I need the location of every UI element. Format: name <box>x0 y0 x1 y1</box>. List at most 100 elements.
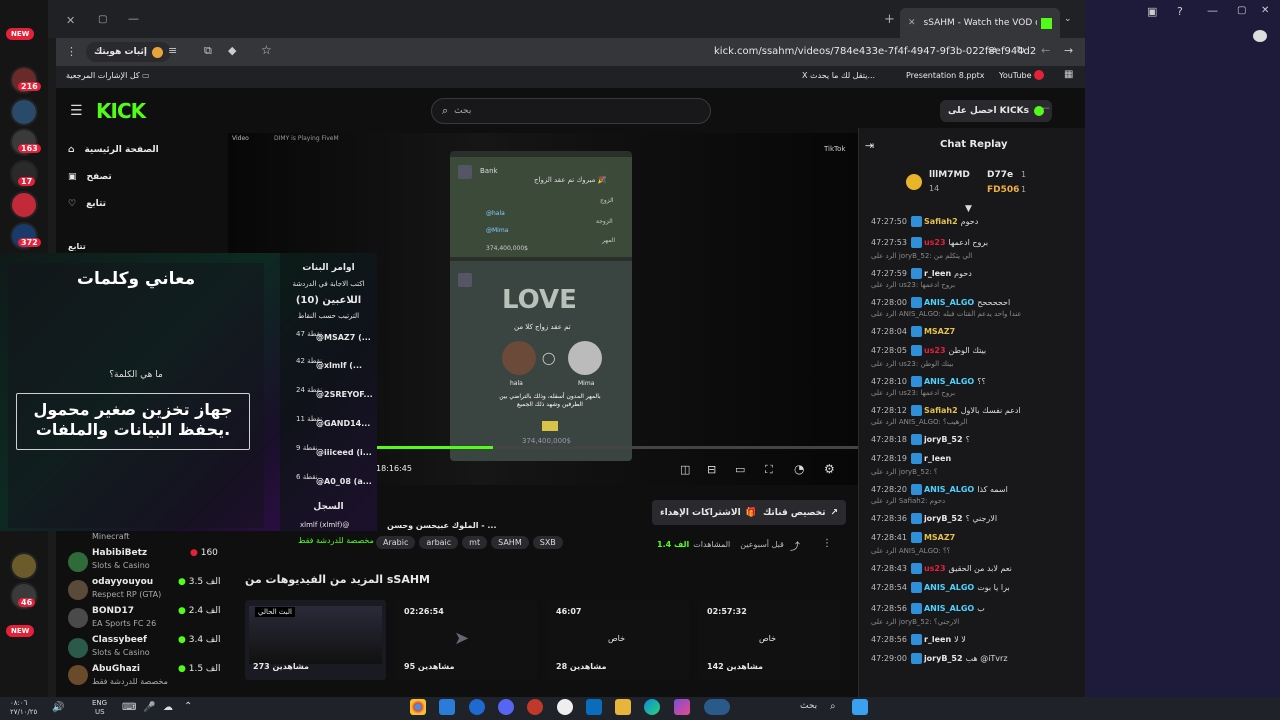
video-card[interactable]: البث الحالي 273 مشاهدين <box>245 600 386 680</box>
window-close-icon[interactable]: ✕ <box>1261 5 1269 16</box>
bookmarks-folder[interactable]: كل الإشارات المرجعية <box>66 71 140 80</box>
language-indicator[interactable]: ENG <box>92 699 107 707</box>
customize-channel-button[interactable]: تخصيص قناتك ↗ <box>755 500 847 525</box>
taskbar-search[interactable]: بحث <box>800 701 817 711</box>
mic-icon[interactable]: 🎤 <box>143 702 155 713</box>
tag[interactable]: SXB <box>532 536 563 549</box>
channel-name[interactable]: Classybeef <box>92 635 147 645</box>
channel-name[interactable]: BOND17 <box>92 606 134 616</box>
menu-dots-icon[interactable]: ⋮ <box>66 45 77 58</box>
extensions-icon[interactable]: ⧉ <box>204 44 212 58</box>
close-tab-icon[interactable]: ✕ <box>908 18 916 28</box>
back-icon[interactable]: ← <box>1041 44 1050 57</box>
chat-username[interactable]: joryB_52 <box>924 654 963 663</box>
chat-username[interactable]: us23 <box>924 346 946 355</box>
sidebar-category[interactable]: Minecraft <box>92 532 130 541</box>
sync-button[interactable]: إثبات هويتك <box>86 42 172 62</box>
bookmark-youtube[interactable]: YouTube <box>999 71 1032 80</box>
reload-icon[interactable]: ↻ <box>1016 44 1025 57</box>
chat-username[interactable]: MSAZ7 <box>924 533 955 542</box>
chevron-down-icon[interactable]: ▼ <box>965 204 972 214</box>
start-windows-icon[interactable] <box>852 699 868 715</box>
pip-icon[interactable]: ◫ <box>680 463 690 476</box>
get-kicks-button[interactable]: احصل على KICKs <box>940 100 1052 122</box>
share-icon[interactable]: ⤴ <box>790 538 800 553</box>
tag[interactable]: arbaic <box>419 536 459 549</box>
chrome-icon[interactable] <box>410 699 426 715</box>
avatar[interactable] <box>10 191 38 219</box>
channel-name[interactable]: AbuGhazi <box>92 664 140 674</box>
avatar[interactable] <box>68 665 88 685</box>
nav-following[interactable]: ♡ تتابع <box>68 199 106 209</box>
chat-username[interactable]: ANIS_ALGO <box>924 298 974 307</box>
kick-logo[interactable]: KICK <box>96 99 146 123</box>
tag[interactable]: Arabic <box>376 536 416 549</box>
theater-icon[interactable]: ▭ <box>735 463 745 476</box>
avatar[interactable] <box>68 608 88 628</box>
collapse-chat-icon[interactable]: ⇥ <box>865 139 874 152</box>
chat-username[interactable]: ANIS_ALGO <box>924 583 974 592</box>
share-icon[interactable]: ◆ <box>228 44 236 57</box>
video-card[interactable]: 46:07 خاص 28 مشاهدين <box>548 600 689 680</box>
search-input[interactable]: ⌕ بحث <box>431 98 711 124</box>
chat-username[interactable]: MSAZ7 <box>924 327 955 336</box>
chat-username[interactable]: Safiah2 <box>924 217 958 226</box>
window-maximize-icon[interactable]: ▢ <box>1237 5 1246 16</box>
tag[interactable]: mt <box>462 536 488 549</box>
queue-icon[interactable]: ≡ <box>168 44 177 57</box>
settings-gear-icon[interactable]: ⚙ <box>824 462 835 476</box>
app-icon[interactable] <box>557 699 573 715</box>
cloud-icon[interactable]: ☁ <box>163 702 173 713</box>
chat-username[interactable]: Safiah2 <box>924 406 958 415</box>
avatar[interactable] <box>10 98 38 126</box>
discord-icon[interactable] <box>498 699 514 715</box>
nav-browse[interactable]: ▣ تصفح <box>68 172 112 182</box>
stream-category[interactable]: مخصصة للدردشة فقط <box>298 536 374 545</box>
tag[interactable]: SAHM <box>491 536 529 549</box>
avatar[interactable] <box>68 580 88 600</box>
bookmark-pptx[interactable]: Presentation 8.pptx <box>906 71 984 80</box>
minimize-icon[interactable]: — <box>128 12 139 25</box>
apps-grid-icon[interactable]: ▦ <box>1064 69 1073 80</box>
clip-icon[interactable]: ⊟ <box>707 463 716 476</box>
keyboard-icon[interactable]: ⌨ <box>122 702 136 713</box>
fullscreen-icon[interactable]: ⛶ <box>765 463 773 477</box>
chat-username[interactable]: ANIS_ALGO <box>924 604 974 613</box>
new-tab-icon[interactable]: + <box>884 12 895 27</box>
chat-username[interactable]: joryB_52 <box>924 435 963 444</box>
chat-username[interactable]: ANIS_ALGO <box>924 377 974 386</box>
avatar[interactable] <box>10 552 38 580</box>
chat-username[interactable]: us23 <box>924 564 946 573</box>
channel-name[interactable]: HabibiBetz <box>92 548 147 558</box>
speed-icon[interactable]: ◔ <box>794 462 804 476</box>
bookmark-star-icon[interactable]: ☆ <box>261 43 272 57</box>
clock-time[interactable]: ٠٨:٠٦ <box>10 699 27 707</box>
tray-chevron-icon[interactable]: ⌃ <box>184 701 192 712</box>
more-options-icon[interactable]: ⋮ <box>822 538 832 549</box>
chat-username[interactable]: ANIS_ALGO <box>924 485 974 494</box>
chat-username[interactable]: joryB_52 <box>924 514 963 523</box>
video-card[interactable]: 02:57:32 خاص 142 مشاهدين <box>699 600 840 680</box>
edge-icon[interactable] <box>644 699 660 715</box>
close-icon[interactable]: ✕ <box>66 14 75 27</box>
desktop-icon[interactable] <box>439 699 455 715</box>
tab-search-icon[interactable]: ⌄ <box>1064 14 1072 24</box>
chat-bubble-icon[interactable] <box>1253 30 1267 42</box>
widgets-icon[interactable] <box>704 699 730 715</box>
app-icon[interactable] <box>527 699 543 715</box>
tab-active[interactable]: ✕ sSAHM - Watch the VOD on Ki <box>900 8 1060 38</box>
chat-username[interactable]: r_leen <box>924 635 951 644</box>
store-icon[interactable] <box>586 699 602 715</box>
hamburger-icon[interactable]: ☰ <box>70 103 83 119</box>
file-explorer-icon[interactable] <box>615 699 631 715</box>
volume-icon[interactable]: 🔊 <box>52 702 64 713</box>
account-icon[interactable]: ▣ <box>1147 5 1157 18</box>
site-info-icon[interactable]: ⇌ <box>988 44 997 57</box>
avatar[interactable] <box>68 638 88 658</box>
chat-username[interactable]: r_leen <box>924 269 951 278</box>
help-icon[interactable]: ? <box>1177 5 1183 18</box>
nav-home[interactable]: ⌂ الصفحة الرئيسية <box>68 145 159 155</box>
video-card[interactable]: 02:26:54 ➤ 95 مشاهدين <box>396 600 537 680</box>
app-icon[interactable] <box>469 699 485 715</box>
gift-subs-button[interactable]: الاشتراكات الإهداء 🎁 <box>652 500 765 525</box>
